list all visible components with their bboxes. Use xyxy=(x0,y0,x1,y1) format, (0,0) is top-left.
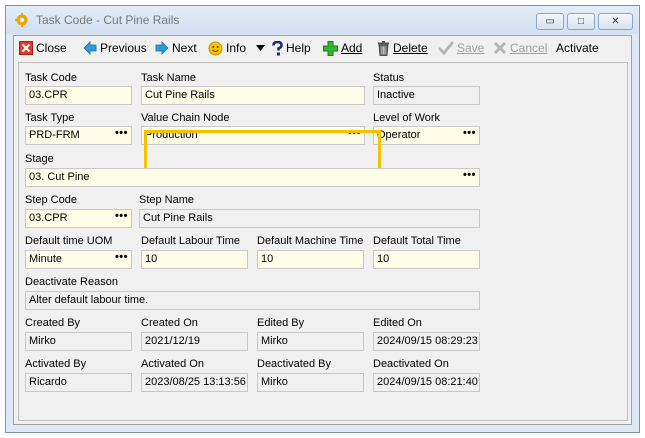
stage-field[interactable]: 03. Cut Pine ••• xyxy=(25,168,480,187)
task-code-window: Task Code - Cut Pine Rails ▭ □ ✕ Close P… xyxy=(5,5,640,433)
step-name-field: Cut Pine Rails xyxy=(139,209,480,228)
task-name-field[interactable]: Cut Pine Rails xyxy=(141,86,365,105)
status-label: Status xyxy=(373,72,405,84)
checkmark-icon xyxy=(438,41,454,55)
toolbar: Close Previous Next Info Help Add Delete… xyxy=(14,36,631,60)
edited-on-label: Edited On xyxy=(373,317,422,329)
created-on-label: Created On xyxy=(141,317,198,329)
step-code-lookup-button[interactable]: ••• xyxy=(115,210,128,225)
previous-label: Previous xyxy=(100,41,147,55)
deactivated-by-label: Deactivated By xyxy=(257,358,331,370)
save-label: Save xyxy=(457,41,485,55)
plus-icon xyxy=(323,40,338,56)
default-total-time-label: Default Total Time xyxy=(373,235,461,247)
task-type-label: Task Type xyxy=(25,112,75,124)
task-type-value: PRD-FRM xyxy=(29,129,80,141)
task-name-label: Task Name xyxy=(141,72,197,84)
level-of-work-value: Operator xyxy=(377,129,421,141)
add-button[interactable]: Add xyxy=(323,39,362,57)
activate-label: Activate xyxy=(556,41,599,55)
edited-by-field: Mirko xyxy=(257,332,364,351)
activated-by-label: Activated By xyxy=(25,358,87,370)
activate-button[interactable]: Activate xyxy=(556,39,599,57)
task-code-field[interactable]: 03.CPR xyxy=(25,86,132,105)
deactivated-on-label: Deactivated On xyxy=(373,358,449,370)
help-label: Help xyxy=(286,41,311,55)
stage-lookup-button[interactable]: ••• xyxy=(463,169,476,184)
arrow-left-icon xyxy=(83,41,97,55)
default-time-uom-field[interactable]: Minute ••• xyxy=(25,250,132,269)
stage-value: 03. Cut Pine xyxy=(29,171,90,183)
add-label: Add xyxy=(341,41,363,55)
info-button[interactable]: Info xyxy=(208,39,266,57)
step-code-value: 03.CPR xyxy=(29,212,68,224)
default-labour-time-field[interactable]: 10 xyxy=(141,250,248,269)
window-title: Task Code - Cut Pine Rails xyxy=(36,13,180,27)
dropdown-arrow-icon xyxy=(256,45,266,51)
question-mark-icon xyxy=(272,40,283,55)
created-by-field: Mirko xyxy=(25,332,132,351)
created-on-field: 2021/12/19 xyxy=(141,332,248,351)
trash-icon xyxy=(378,40,389,56)
edited-on-field: 2024/09/15 08:29:23 xyxy=(373,332,480,351)
default-machine-time-label: Default Machine Time xyxy=(257,235,364,247)
title-bar: Task Code - Cut Pine Rails ▭ □ ✕ xyxy=(6,6,639,34)
created-by-label: Created By xyxy=(25,317,81,329)
previous-button[interactable]: Previous xyxy=(83,39,147,57)
delete-button[interactable]: Delete xyxy=(377,39,428,57)
delete-label: Delete xyxy=(393,41,428,55)
close-window-button[interactable]: ✕ xyxy=(598,13,633,30)
activated-on-label: Activated On xyxy=(141,358,204,370)
default-total-time-field[interactable]: 10 xyxy=(373,250,480,269)
app-gear-icon xyxy=(15,13,28,27)
smiley-info-icon xyxy=(208,41,223,55)
task-type-lookup-button[interactable]: ••• xyxy=(115,127,128,142)
maximize-button[interactable]: □ xyxy=(567,13,595,30)
client-area: Close Previous Next Info Help Add Delete… xyxy=(13,35,632,425)
deactivated-on-field: 2024/09/15 08:21:40 xyxy=(373,373,480,392)
stage-label: Stage xyxy=(25,153,54,165)
deactivate-reason-label: Deactivate Reason xyxy=(25,276,118,288)
default-machine-time-field[interactable]: 10 xyxy=(257,250,364,269)
arrow-right-icon xyxy=(155,41,169,55)
edited-by-label: Edited By xyxy=(257,317,305,329)
activated-by-field: Ricardo xyxy=(25,373,132,392)
task-code-form: Task Code 03.CPR Task Name Cut Pine Rail… xyxy=(18,62,628,421)
deactivate-reason-field: Alter default labour time. xyxy=(25,291,480,310)
close-label: Close xyxy=(36,41,67,55)
level-of-work-lookup-button[interactable]: ••• xyxy=(463,127,476,142)
next-label: Next xyxy=(172,41,197,55)
default-labour-time-label: Default Labour Time xyxy=(141,235,241,247)
cancel-x-icon xyxy=(493,41,507,55)
default-time-uom-label: Default time UOM xyxy=(25,235,113,247)
info-label: Info xyxy=(226,41,247,55)
cancel-label: Cancel xyxy=(510,41,548,55)
task-type-field[interactable]: PRD-FRM ••• xyxy=(25,126,132,145)
next-button[interactable]: Next xyxy=(155,39,197,57)
default-time-uom-value: Minute xyxy=(29,253,63,265)
cancel-button[interactable]: Cancel xyxy=(493,39,547,57)
close-button[interactable]: Close xyxy=(19,39,67,57)
close-icon xyxy=(19,41,33,55)
activated-on-field: 2023/08/25 13:13:56 xyxy=(141,373,248,392)
step-code-label: Step Code xyxy=(25,194,77,206)
help-button[interactable]: Help xyxy=(272,39,311,57)
minimize-button[interactable]: ▭ xyxy=(536,13,564,30)
default-time-uom-lookup-button[interactable]: ••• xyxy=(115,251,128,266)
step-name-label: Step Name xyxy=(139,194,195,206)
level-of-work-field[interactable]: Operator ••• xyxy=(373,126,480,145)
task-code-label: Task Code xyxy=(25,72,77,84)
step-code-field[interactable]: 03.CPR ••• xyxy=(25,209,132,228)
save-button[interactable]: Save xyxy=(438,39,484,57)
deactivated-by-field: Mirko xyxy=(257,373,364,392)
value-chain-node-label: Value Chain Node xyxy=(141,112,230,124)
level-of-work-label: Level of Work xyxy=(373,112,441,124)
status-field: Inactive xyxy=(373,86,480,105)
